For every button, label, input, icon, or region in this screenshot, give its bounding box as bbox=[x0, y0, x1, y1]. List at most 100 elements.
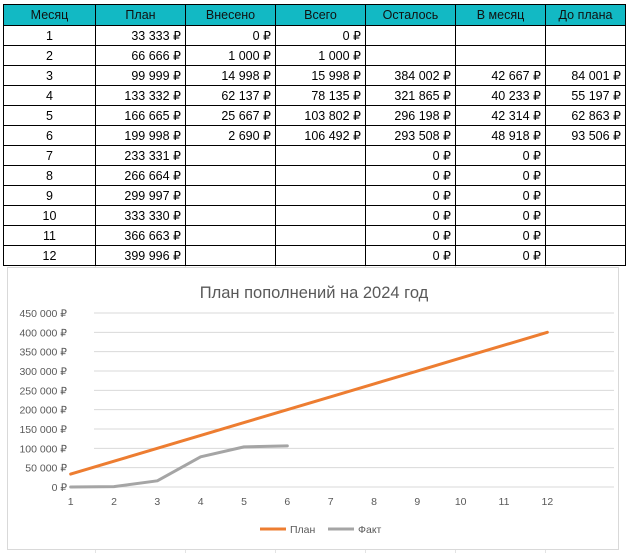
cell-remaining[interactable]: 0 ₽ bbox=[365, 145, 456, 166]
header-per-month[interactable]: В месяц bbox=[455, 4, 546, 26]
cell-remaining[interactable]: 0 ₽ bbox=[365, 205, 456, 226]
cell-to-plan[interactable] bbox=[545, 245, 626, 266]
cell-deposited[interactable] bbox=[185, 245, 276, 266]
cell-to-plan[interactable]: 62 863 ₽ bbox=[545, 105, 626, 126]
cell-deposited[interactable]: 2 690 ₽ bbox=[185, 125, 276, 146]
cell-per-month[interactable]: 0 ₽ bbox=[455, 185, 546, 206]
cell-remaining[interactable]: 293 508 ₽ bbox=[365, 125, 456, 146]
cell-month[interactable]: 2 bbox=[3, 45, 96, 66]
cell-deposited[interactable] bbox=[185, 205, 276, 226]
cell-plan[interactable]: 299 997 ₽ bbox=[95, 185, 186, 206]
cell-month[interactable]: 8 bbox=[3, 165, 96, 186]
cell-plan[interactable]: 33 333 ₽ bbox=[95, 25, 186, 46]
cell-month[interactable]: 11 bbox=[3, 225, 96, 246]
cell-plan[interactable]: 233 331 ₽ bbox=[95, 145, 186, 166]
cell-per-month[interactable]: 0 ₽ bbox=[455, 245, 546, 266]
spreadsheet-sheet: Месяц План Внесено Всего Осталось В меся… bbox=[0, 0, 631, 553]
cell-deposited[interactable] bbox=[185, 145, 276, 166]
cell-total[interactable] bbox=[275, 185, 366, 206]
table-row: 5 166 665 ₽25 667 ₽103 802 ₽296 198 ₽42 3… bbox=[3, 105, 626, 126]
cell-per-month[interactable]: 0 ₽ bbox=[455, 205, 546, 226]
cell-remaining[interactable]: 321 865 ₽ bbox=[365, 85, 456, 106]
cell-per-month[interactable] bbox=[455, 45, 546, 66]
cell-per-month[interactable]: 42 314 ₽ bbox=[455, 105, 546, 126]
cell-month[interactable]: 12 bbox=[3, 245, 96, 266]
cell-month[interactable]: 3 bbox=[3, 65, 96, 86]
cell-plan[interactable]: 133 332 ₽ bbox=[95, 85, 186, 106]
cell-plan[interactable]: 99 999 ₽ bbox=[95, 65, 186, 86]
header-deposited[interactable]: Внесено bbox=[185, 4, 276, 26]
cell-per-month[interactable]: 40 233 ₽ bbox=[455, 85, 546, 106]
header-month[interactable]: Месяц bbox=[3, 4, 96, 26]
y-tick-label: 50 000 ₽ bbox=[25, 463, 67, 475]
chart-legend[interactable]: План Факт bbox=[260, 524, 382, 536]
cell-remaining[interactable] bbox=[365, 45, 456, 66]
cell-to-plan[interactable] bbox=[545, 205, 626, 226]
cell-plan[interactable]: 66 666 ₽ bbox=[95, 45, 186, 66]
cell-total[interactable]: 103 802 ₽ bbox=[275, 105, 366, 126]
cell-to-plan[interactable] bbox=[545, 25, 626, 46]
series-line-fact[interactable] bbox=[69, 444, 289, 489]
cell-deposited[interactable]: 0 ₽ bbox=[185, 25, 276, 46]
cell-deposited[interactable] bbox=[185, 165, 276, 186]
cell-to-plan[interactable] bbox=[545, 225, 626, 246]
cell-per-month[interactable]: 0 ₽ bbox=[455, 225, 546, 246]
cell-remaining[interactable]: 0 ₽ bbox=[365, 185, 456, 206]
cell-to-plan[interactable]: 84 001 ₽ bbox=[545, 65, 626, 86]
cell-per-month[interactable]: 0 ₽ bbox=[455, 145, 546, 166]
cell-month[interactable]: 7 bbox=[3, 145, 96, 166]
cell-month[interactable]: 4 bbox=[3, 85, 96, 106]
series-line-plan[interactable] bbox=[69, 330, 549, 476]
header-to-plan[interactable]: До плана bbox=[545, 4, 626, 26]
cell-deposited[interactable]: 1 000 ₽ bbox=[185, 45, 276, 66]
line-chart[interactable]: План пополнений на 2024 год 0 ₽ 50 000 ₽ 1… bbox=[7, 267, 619, 550]
cell-total[interactable]: 106 492 ₽ bbox=[275, 125, 366, 146]
y-tick-label: 350 000 ₽ bbox=[19, 347, 67, 359]
cell-deposited[interactable]: 25 667 ₽ bbox=[185, 105, 276, 126]
cell-deposited[interactable]: 14 998 ₽ bbox=[185, 65, 276, 86]
cell-total[interactable] bbox=[275, 205, 366, 226]
cell-month[interactable]: 1 bbox=[3, 25, 96, 46]
cell-plan[interactable]: 199 998 ₽ bbox=[95, 125, 186, 146]
cell-remaining[interactable]: 0 ₽ bbox=[365, 225, 456, 246]
cell-remaining[interactable]: 384 002 ₽ bbox=[365, 65, 456, 86]
cell-remaining[interactable]: 0 ₽ bbox=[365, 165, 456, 186]
cell-to-plan[interactable]: 93 506 ₽ bbox=[545, 125, 626, 146]
cell-to-plan[interactable]: 55 197 ₽ bbox=[545, 85, 626, 106]
cell-plan[interactable]: 266 664 ₽ bbox=[95, 165, 186, 186]
cell-total[interactable] bbox=[275, 245, 366, 266]
cell-remaining[interactable]: 0 ₽ bbox=[365, 245, 456, 266]
cell-per-month[interactable]: 42 667 ₽ bbox=[455, 65, 546, 86]
cell-per-month[interactable]: 48 918 ₽ bbox=[455, 125, 546, 146]
cell-plan[interactable]: 399 996 ₽ bbox=[95, 245, 186, 266]
header-total[interactable]: Всего bbox=[275, 4, 366, 26]
cell-remaining[interactable]: 296 198 ₽ bbox=[365, 105, 456, 126]
header-plan[interactable]: План bbox=[95, 4, 186, 26]
cell-total[interactable] bbox=[275, 225, 366, 246]
cell-total[interactable]: 1 000 ₽ bbox=[275, 45, 366, 66]
cell-plan[interactable]: 366 663 ₽ bbox=[95, 225, 186, 246]
cell-deposited[interactable]: 62 137 ₽ bbox=[185, 85, 276, 106]
cell-to-plan[interactable] bbox=[545, 185, 626, 206]
cell-total[interactable]: 0 ₽ bbox=[275, 25, 366, 46]
cell-month[interactable]: 5 bbox=[3, 105, 96, 126]
cell-to-plan[interactable] bbox=[545, 165, 626, 186]
cell-plan[interactable]: 166 665 ₽ bbox=[95, 105, 186, 126]
cell-total[interactable] bbox=[275, 145, 366, 166]
cell-to-plan[interactable] bbox=[545, 145, 626, 166]
cell-plan[interactable]: 333 330 ₽ bbox=[95, 205, 186, 226]
cell-total[interactable]: 15 998 ₽ bbox=[275, 65, 366, 86]
cell-per-month[interactable]: 0 ₽ bbox=[455, 165, 546, 186]
cell-remaining[interactable] bbox=[365, 25, 456, 46]
cell-total[interactable]: 78 135 ₽ bbox=[275, 85, 366, 106]
cell-deposited[interactable] bbox=[185, 185, 276, 206]
cell-month[interactable]: 10 bbox=[3, 205, 96, 226]
cell-to-plan[interactable] bbox=[545, 45, 626, 66]
cell-per-month[interactable] bbox=[455, 25, 546, 46]
cell-total[interactable] bbox=[275, 165, 366, 186]
cell-month[interactable]: 9 bbox=[3, 185, 96, 206]
cell-month[interactable]: 6 bbox=[3, 125, 96, 146]
cell-deposited[interactable] bbox=[185, 225, 276, 246]
x-tick-label: 6 bbox=[284, 496, 290, 508]
header-remaining[interactable]: Осталось bbox=[365, 4, 456, 26]
